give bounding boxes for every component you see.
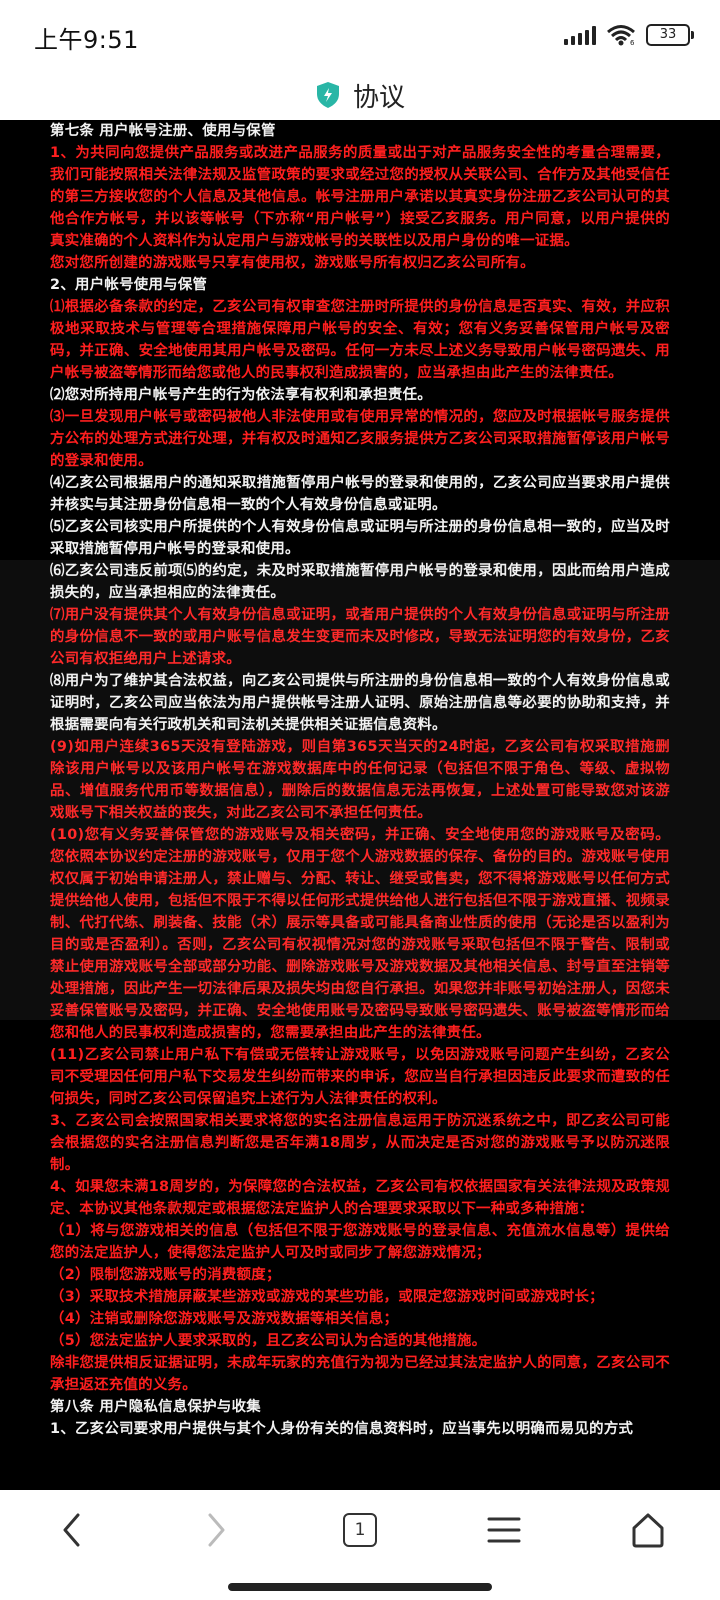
clause-text: 4、如果您未满18周岁的，为保障您的合法权益，乙亥公司有权依据国家有关法律法规及… xyxy=(50,1179,670,1217)
clause-text: (9)如用户连续365天没有登陆游戏，则自第365天当天的24时起，乙亥公司有权… xyxy=(50,739,670,821)
clause-text: （5）您法定监护人要求采取的，且乙亥公司认为合适的其他措施。 xyxy=(50,1333,487,1349)
clause-text: （1）将与您游戏相关的信息（包括但不限于您游戏账号的登录信息、充值流水信息等）提… xyxy=(50,1223,670,1261)
clause-text: （4）注销或删除您游戏账号及游戏数据等相关信息； xyxy=(50,1311,399,1327)
forward-button[interactable] xyxy=(176,1495,256,1565)
svg-text:6: 6 xyxy=(630,39,635,46)
tabs-count-label: 1 xyxy=(354,1520,366,1540)
clause-text: (11)乙亥公司禁止用户私下有偿或无偿转让游戏账号，以免因游戏账号问题产生纠纷，… xyxy=(50,1047,670,1107)
section-heading-text: 1、乙亥公司要求用户提供与其个人身份有关的信息资料时，应当事先以明确而易见的方式 xyxy=(50,1421,634,1437)
section-heading-text: ⑹乙亥公司违反前项⑸的约定，未及时采取措施暂停用户帐号的登录和使用，因此而给用户… xyxy=(50,563,670,601)
shield-icon xyxy=(316,82,339,108)
status-icons: 6 33 xyxy=(564,22,694,48)
agreement-content[interactable]: 第七条 用户帐号注册、使用与保管 1、为共同向您提供产品服务或改进产品服务的质量或… xyxy=(0,120,720,1490)
tabs-button[interactable]: 1 xyxy=(320,1495,400,1565)
home-icon xyxy=(632,1513,664,1548)
status-time: 上午9:51 xyxy=(34,26,139,54)
wifi-icon: 6 xyxy=(607,25,635,46)
menu-icon xyxy=(487,1517,521,1543)
section-heading-text: ⑸乙亥公司核实用户所提供的个人有效身份信息或证明与所注册的身份信息相一致的，应当… xyxy=(50,519,670,557)
clause-text: （3）采取技术措施屏蔽某些游戏或游戏的某些功能，或限定您游戏时间或游戏时长； xyxy=(50,1289,604,1305)
page-title: 协议 xyxy=(352,82,405,113)
clause-text: 3、乙亥公司会按照国家相关要求将您的实名注册信息运用于防沉迷系统之中，即乙亥公司… xyxy=(50,1113,670,1173)
clause-text: (10)您有义务妥善保管您的游戏账号及相关密码，并正确、安全地使用您的游戏账号及… xyxy=(50,827,670,1041)
section-heading-text: ⑻用户为了维护其合法权益，向乙亥公司提供与所注册的身份信息相一致的个人有效身份信… xyxy=(50,673,670,733)
clause-text: 您对您所创建的游戏账号只享有使用权，游戏账号所有权归乙亥公司所有。 xyxy=(50,255,535,271)
clause-text: 1、为共同向您提供产品服务或改进产品服务的质量或出于对产品服务安全性的考量合理需… xyxy=(50,145,670,249)
bottom-navigation: 1 xyxy=(0,1490,720,1570)
back-button[interactable] xyxy=(32,1495,112,1565)
agreement-text: 第七条 用户帐号注册、使用与保管 1、为共同向您提供产品服务或改进产品服务的质量或… xyxy=(0,120,720,1440)
clause-text: （2）限制您游戏账号的消费额度； xyxy=(50,1267,281,1283)
chevron-right-icon xyxy=(208,1513,225,1547)
clause-text: ⑶一旦发现用户帐号或密码被他人非法使用或有使用异常的情况的，您应及时根据帐号服务… xyxy=(50,409,670,469)
home-button[interactable] xyxy=(608,1495,688,1565)
signal-icon xyxy=(564,25,596,45)
status-bar: 上午9:51 6 33 xyxy=(0,0,720,70)
section-heading-text: 第八条 用户隐私信息保护与收集 xyxy=(50,1399,261,1415)
section-heading-text: ⑷乙亥公司根据用户的通知采取措施暂停用户帐号的登录和使用的，乙亥公司应当要求用户… xyxy=(50,475,670,513)
title-bar: 协议 xyxy=(0,70,720,120)
section-heading-text: ⑵您对所持用户帐号产生的行为依法享有权利和承担责任。 xyxy=(50,387,432,403)
home-indicator[interactable] xyxy=(228,1583,492,1591)
clause-text: ⑺用户没有提供其个人有效身份信息或证明，或者用户提供的个人有效身份信息或证明与所… xyxy=(50,607,670,667)
battery-icon: 33 xyxy=(646,24,694,46)
chevron-left-icon xyxy=(63,1513,80,1547)
section-heading-text: 2、用户帐号使用与保管 xyxy=(50,277,208,293)
tabs-count: 1 xyxy=(343,1513,377,1547)
clause-text: ⑴根据必备条款的约定，乙亥公司有权审查您注册时所提供的身份信息是否真实、有效，并… xyxy=(50,299,670,381)
section-heading-text: 第七条 用户帐号注册、使用与保管 xyxy=(50,123,276,139)
clause-text: 除非您提供相反证据证明，未成年玩家的充值行为视为已经过其法定监护人的同意，乙亥公… xyxy=(50,1355,670,1393)
menu-button[interactable] xyxy=(464,1495,544,1565)
